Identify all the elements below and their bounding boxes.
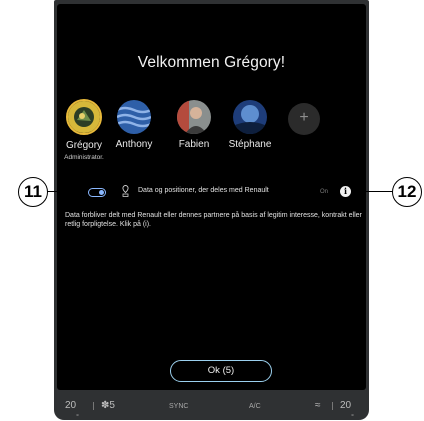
temp-right-value: 20 — [340, 400, 352, 411]
sync-button[interactable]: SYNC — [169, 403, 188, 410]
profile-role: Administrator. — [64, 154, 104, 161]
data-sharing-toggle[interactable] — [88, 188, 106, 197]
profile-avatar — [117, 100, 151, 134]
profile-name: Fabien — [178, 139, 210, 150]
callout-12: 12 — [392, 177, 422, 207]
profile-anthony[interactable]: Anthony — [102, 100, 166, 150]
profile-fabien[interactable]: Fabien — [162, 100, 226, 150]
data-sharing-description: Data forbliver delt med Renault eller de… — [65, 212, 362, 228]
profile-avatar — [66, 99, 102, 135]
profile-avatar — [233, 100, 267, 134]
welcome-title: Velkommen Grégory! — [137, 54, 286, 71]
divider — [93, 402, 94, 410]
location-pin-icon — [122, 185, 129, 197]
info-icon[interactable]: i — [340, 186, 351, 197]
temp-left-control[interactable]: 20° — [65, 400, 79, 421]
add-profile-button[interactable]: + — [288, 103, 320, 135]
airflow-control[interactable]: ≈ — [315, 400, 321, 411]
climate-bar: 20° ✽5 SYNC A/C ≈ 20° — [57, 392, 366, 421]
temp-right-control[interactable]: 20° — [340, 400, 354, 421]
ok-button[interactable]: Ok (5) — [170, 360, 272, 382]
callout-11: 11 — [18, 177, 48, 207]
temp-left-value: 20 — [65, 400, 77, 411]
profile-name: Anthony — [115, 139, 153, 150]
multimedia-screen: Velkommen Grégory! — [57, 4, 366, 390]
profile-avatar — [177, 100, 211, 134]
data-sharing-state: On — [320, 189, 329, 195]
fan-level: 5 — [109, 400, 115, 411]
profile-stephane[interactable]: Stéphane — [218, 100, 282, 150]
divider — [332, 402, 333, 410]
data-sharing-label: Data og positioner, der deles med Renaul… — [138, 187, 269, 194]
ac-button[interactable]: A/C — [249, 403, 261, 410]
profile-name: Stéphane — [228, 139, 272, 150]
callout-line-right — [351, 191, 393, 193]
toggle-knob — [99, 190, 104, 195]
fan-control[interactable]: ✽5 — [101, 400, 115, 411]
airflow-icon: ≈ — [315, 400, 321, 411]
